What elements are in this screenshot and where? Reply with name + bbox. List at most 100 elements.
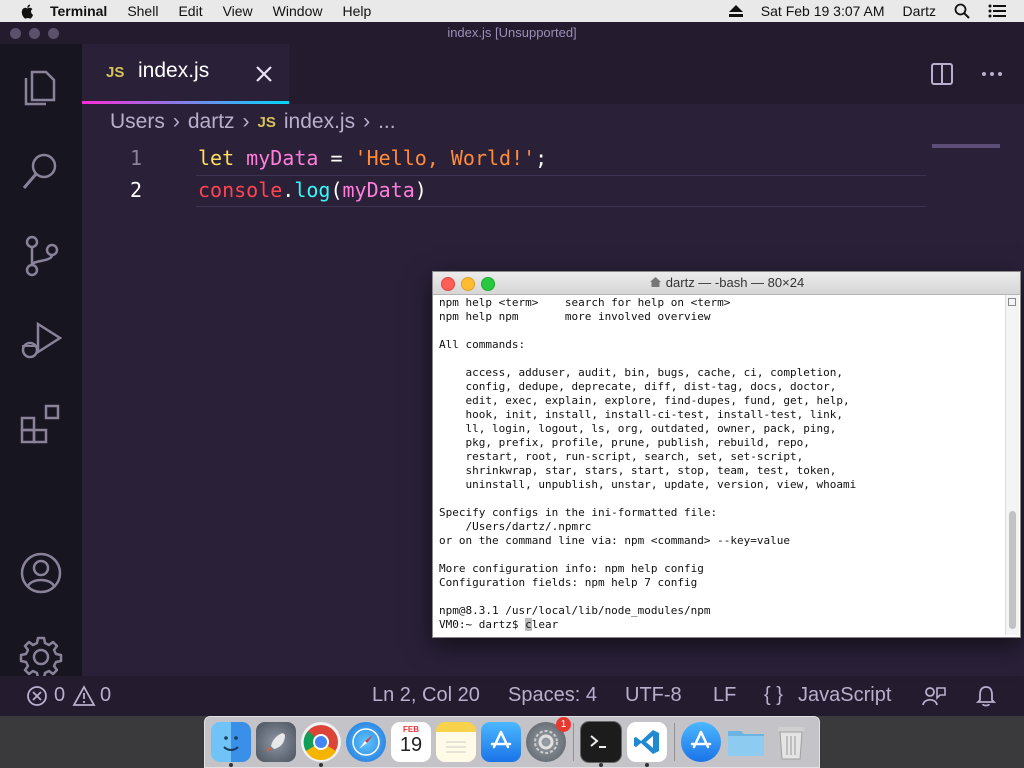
line-number: 1 <box>130 146 143 170</box>
menu-shell[interactable]: Shell <box>127 0 158 22</box>
error-count[interactable]: 0 <box>54 684 65 707</box>
javascript-file-icon: JS <box>106 64 125 81</box>
scroll-mark-icon <box>1008 298 1016 306</box>
menu-window[interactable]: Window <box>273 0 323 22</box>
clock[interactable]: Sat Feb 19 3:07 AM <box>761 3 885 19</box>
spotlight-search-icon[interactable] <box>954 3 970 19</box>
extensions-icon[interactable] <box>18 400 64 446</box>
encoding[interactable]: UTF-8 <box>625 684 682 707</box>
explorer-icon[interactable] <box>18 62 64 108</box>
search-icon[interactable] <box>18 148 64 194</box>
minimap[interactable] <box>932 144 1000 148</box>
run-debug-icon[interactable] <box>18 316 64 362</box>
dock: FEB 19 1 <box>204 716 820 768</box>
breadcrumb-dartz[interactable]: dartz <box>188 110 235 134</box>
indentation[interactable]: Spaces: 4 <box>508 684 597 707</box>
safari-icon[interactable] <box>346 722 386 762</box>
app-store-icon[interactable] <box>481 722 521 762</box>
notification-badge: 1 <box>556 717 571 732</box>
tab-index-js[interactable]: JS index.js <box>82 44 289 104</box>
calendar-icon[interactable]: FEB 19 <box>391 722 431 762</box>
account-icon[interactable] <box>18 550 64 596</box>
warning-icon[interactable] <box>72 685 96 707</box>
vscode-icon[interactable] <box>627 722 667 767</box>
terminal-output[interactable]: npm help <term> search for help on <term… <box>439 296 999 634</box>
launchpad-icon[interactable] <box>256 722 296 762</box>
menu-edit[interactable]: Edit <box>178 0 202 22</box>
close-tab-icon[interactable] <box>254 64 274 84</box>
notes-icon[interactable] <box>436 722 476 762</box>
folder-icon[interactable] <box>726 722 766 762</box>
editor-actions <box>930 62 1004 86</box>
code-line-2[interactable]: console.log(myData) <box>198 178 427 202</box>
trash-icon[interactable] <box>771 722 811 762</box>
object-token: console <box>198 178 283 202</box>
menu-help[interactable]: Help <box>342 0 371 22</box>
breadcrumb-file[interactable]: index.js <box>284 110 355 134</box>
menu-extras: Sat Feb 19 3:07 AM Dartz <box>728 0 1024 22</box>
dock-divider <box>573 723 574 761</box>
language-mode[interactable]: JavaScript <box>798 684 891 707</box>
terminal-scrollbar[interactable] <box>1005 295 1019 635</box>
source-control-icon[interactable] <box>18 232 64 278</box>
line-ending[interactable]: LF <box>713 684 736 707</box>
terminal-input[interactable]: clear <box>525 618 559 631</box>
feedback-icon[interactable] <box>922 685 946 707</box>
window-zoom-button[interactable] <box>48 28 59 39</box>
split-editor-icon[interactable] <box>930 62 954 86</box>
running-indicator <box>229 763 233 767</box>
window-minimize-button[interactable] <box>29 28 40 39</box>
keyword-token: let <box>198 146 235 170</box>
breadcrumb-users[interactable]: Users <box>110 110 165 134</box>
breadcrumb: Users › dartz › JS index.js › ... <box>110 110 396 134</box>
notifications-bell-icon[interactable] <box>976 685 996 707</box>
terminal-icon[interactable] <box>580 721 622 767</box>
shell-prompt: VM0:~ dartz$ <box>439 618 526 631</box>
scrollbar-thumb[interactable] <box>1009 511 1016 629</box>
breadcrumb-more[interactable]: ... <box>378 110 396 134</box>
warning-count[interactable]: 0 <box>100 684 111 707</box>
running-indicator <box>599 763 603 767</box>
paren-token: ) <box>414 178 427 202</box>
chrome-icon[interactable] <box>301 722 341 767</box>
menu-view[interactable]: View <box>223 0 253 22</box>
argument-token: myData <box>342 178 415 202</box>
apple-icon[interactable] <box>20 3 36 19</box>
menu-terminal[interactable]: Terminal <box>50 0 107 22</box>
code-line-1[interactable]: let myData = 'Hello, World!'; <box>198 146 547 170</box>
chevron-right-icon: › <box>172 110 180 133</box>
dock-divider <box>674 723 675 761</box>
calendar-day: 19 <box>399 734 423 756</box>
more-actions-icon[interactable] <box>980 62 1004 86</box>
eject-icon[interactable] <box>728 5 743 17</box>
settings-gear-icon[interactable] <box>18 634 64 680</box>
tab-label: index.js <box>138 59 210 82</box>
javascript-file-icon: JS <box>257 113 276 131</box>
home-icon <box>649 277 661 287</box>
window-close-button[interactable] <box>10 28 21 39</box>
calendar-month: FEB <box>403 725 419 734</box>
braces-icon: { } <box>764 684 783 706</box>
cursor-position[interactable]: Ln 2, Col 20 <box>372 684 480 707</box>
terminal-window: dartz — -bash — 80×24 npm help <term> se… <box>432 271 1021 638</box>
finder-icon[interactable] <box>211 722 251 767</box>
terminal-minimize-button[interactable] <box>461 277 475 291</box>
user-name[interactable]: Dartz <box>903 3 936 19</box>
error-icon[interactable] <box>26 685 48 707</box>
terminal-zoom-button[interactable] <box>481 277 495 291</box>
control-center-icon[interactable] <box>988 4 1006 18</box>
system-preferences-icon[interactable]: 1 <box>526 717 571 762</box>
app-store-icon[interactable] <box>681 722 721 762</box>
semicolon-token: ; <box>535 146 548 170</box>
chevron-right-icon: › <box>363 110 371 133</box>
status-bar: 0 0 Ln 2, Col 20 Spaces: 4 UTF-8 LF { } … <box>0 676 1024 716</box>
window-title: index.js [Unsupported] <box>447 25 577 40</box>
dot-token: . <box>282 178 295 202</box>
line-number: 2 <box>130 178 143 202</box>
string-token: 'Hello, World!' <box>354 146 536 170</box>
terminal-close-button[interactable] <box>441 277 455 291</box>
terminal-history: npm help <term> search for help on <term… <box>439 296 857 617</box>
paren-token: ( <box>330 178 343 202</box>
running-indicator <box>319 763 323 767</box>
window-title-bar: index.js [Unsupported] <box>0 22 1024 44</box>
